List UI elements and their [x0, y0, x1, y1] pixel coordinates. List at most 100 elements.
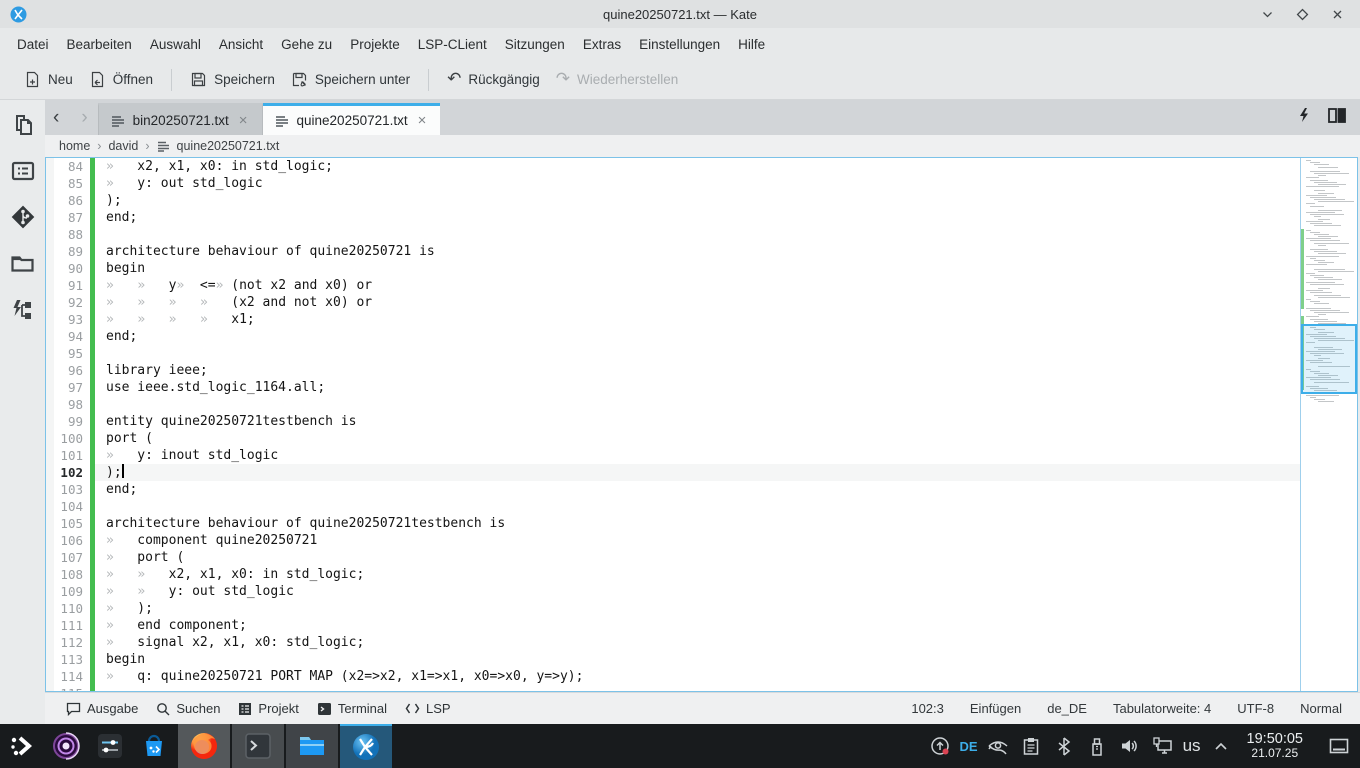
discover-button[interactable]: [132, 724, 176, 768]
bookmark-margin[interactable]: [46, 328, 54, 345]
history-forward-button[interactable]: ›: [77, 108, 91, 127]
maximize-button[interactable]: [1296, 8, 1309, 21]
code-line-103[interactable]: 103end;: [46, 481, 1300, 498]
network-tray-icon[interactable]: [1150, 737, 1176, 755]
code-area[interactable]: 84» x2, x1, x0: in std_logic;85» y: out …: [46, 158, 1300, 691]
edit-mode[interactable]: Normal: [1300, 701, 1342, 716]
bookmark-margin[interactable]: [46, 379, 54, 396]
taskbar-firefox-button[interactable]: [178, 724, 230, 768]
code-line-97[interactable]: 97use ieee.std_logic_1164.all;: [46, 379, 1300, 396]
bookmark-margin[interactable]: [46, 600, 54, 617]
code-line-104[interactable]: 104: [46, 498, 1300, 515]
eye-tray-icon[interactable]: [985, 737, 1011, 755]
code-line-85[interactable]: 85» y: out std_logic: [46, 175, 1300, 192]
bookmark-margin[interactable]: [46, 175, 54, 192]
bookmark-margin[interactable]: [46, 294, 54, 311]
taskbar-kate-button[interactable]: [340, 724, 392, 768]
bookmark-margin[interactable]: [46, 192, 54, 209]
keyboard-layout-us[interactable]: us: [1183, 736, 1201, 756]
bookmark-margin[interactable]: [46, 617, 54, 634]
bookmark-margin[interactable]: [46, 158, 54, 175]
bookmark-margin[interactable]: [46, 481, 54, 498]
encoding[interactable]: UTF-8: [1237, 701, 1274, 716]
code-line-114[interactable]: 114» q: quine20250721 PORT MAP (x2=>x2, …: [46, 668, 1300, 685]
history-back-button[interactable]: ‹: [49, 108, 63, 127]
menu-item-hilfe[interactable]: Hilfe: [729, 33, 774, 56]
code-line-115[interactable]: 115: [46, 685, 1300, 691]
code-line-105[interactable]: 105architecture behaviour of quine202507…: [46, 515, 1300, 532]
menu-item-bearbeiten[interactable]: Bearbeiten: [58, 33, 141, 56]
bookmark-margin[interactable]: [46, 209, 54, 226]
code-line-88[interactable]: 88: [46, 226, 1300, 243]
code-line-91[interactable]: 91» » y» <=» (not x2 and x0) or: [46, 277, 1300, 294]
code-line-96[interactable]: 96library ieee;: [46, 362, 1300, 379]
updates-tray-icon[interactable]: [927, 736, 953, 756]
breadcrumb-david[interactable]: david: [108, 139, 138, 153]
bookmark-margin[interactable]: [46, 362, 54, 379]
code-line-93[interactable]: 93» » » » x1;: [46, 311, 1300, 328]
bookmark-margin[interactable]: [46, 651, 54, 668]
tab-quine20250721[interactable]: quine20250721.txt ×: [263, 103, 441, 135]
menu-item-extras[interactable]: Extras: [574, 33, 630, 56]
taskbar-dolphin-button[interactable]: [286, 724, 338, 768]
split-view-button[interactable]: [1328, 108, 1346, 128]
code-line-84[interactable]: 84» x2, x1, x0: in std_logic;: [46, 158, 1300, 175]
bookmark-margin[interactable]: [46, 668, 54, 685]
cursor-position[interactable]: 102:3: [911, 701, 944, 716]
open-button[interactable]: Öffnen: [81, 66, 161, 93]
bookmark-margin[interactable]: [46, 498, 54, 515]
close-button[interactable]: [1331, 8, 1344, 21]
quick-open-button[interactable]: [1298, 107, 1310, 128]
tab-close-icon[interactable]: ×: [416, 112, 429, 129]
menu-item-datei[interactable]: Datei: [8, 33, 58, 56]
bookmark-margin[interactable]: [46, 243, 54, 260]
menu-item-lsp-client[interactable]: LSP-CLient: [409, 33, 496, 56]
clipboard-tray-icon[interactable]: [1018, 737, 1044, 756]
bookmark-margin[interactable]: [46, 549, 54, 566]
code-line-89[interactable]: 89architecture behaviour of quine2025072…: [46, 243, 1300, 260]
usb-device-tray-icon[interactable]: [1084, 737, 1110, 756]
app-launcher-button[interactable]: [0, 724, 44, 768]
lsp-symbols-sidebar-button[interactable]: [8, 294, 38, 324]
code-line-109[interactable]: 109» » y: out std_logic: [46, 583, 1300, 600]
bookmark-margin[interactable]: [46, 532, 54, 549]
bookmark-margin[interactable]: [46, 515, 54, 532]
code-line-99[interactable]: 99entity quine20250721testbench is: [46, 413, 1300, 430]
bookmark-margin[interactable]: [46, 634, 54, 651]
documents-sidebar-button[interactable]: [8, 110, 38, 140]
tray-expand-button[interactable]: [1208, 742, 1234, 751]
bookmark-margin[interactable]: [46, 464, 54, 481]
undo-button[interactable]: ↶ Rückgängig: [439, 66, 548, 93]
bookmark-margin[interactable]: [46, 430, 54, 447]
symbols-sidebar-button[interactable]: [8, 156, 38, 186]
volume-tray-icon[interactable]: [1117, 737, 1143, 755]
code-line-111[interactable]: 111» end component;: [46, 617, 1300, 634]
tab-bin20250721[interactable]: bin20250721.txt ×: [98, 103, 263, 135]
bookmark-margin[interactable]: [46, 583, 54, 600]
insert-mode[interactable]: Einfügen: [970, 701, 1021, 716]
code-line-86[interactable]: 86);: [46, 192, 1300, 209]
code-line-100[interactable]: 100port (: [46, 430, 1300, 447]
menu-item-projekte[interactable]: Projekte: [341, 33, 409, 56]
code-line-101[interactable]: 101» y: inout std_logic: [46, 447, 1300, 464]
code-line-108[interactable]: 108» » x2, x1, x0: in std_logic;: [46, 566, 1300, 583]
bluetooth-tray-icon[interactable]: [1051, 737, 1077, 756]
bookmark-margin[interactable]: [46, 260, 54, 277]
save-button[interactable]: Speichern: [182, 66, 283, 93]
keyboard-layout-de[interactable]: DE: [960, 739, 978, 754]
breadcrumb-home[interactable]: home: [59, 139, 90, 153]
bookmark-margin[interactable]: [46, 685, 54, 691]
bookmark-margin[interactable]: [46, 345, 54, 362]
code-line-106[interactable]: 106» component quine20250721: [46, 532, 1300, 549]
taskbar-konsole-button[interactable]: [232, 724, 284, 768]
filesystem-sidebar-button[interactable]: [8, 248, 38, 278]
breadcrumb-file[interactable]: quine20250721.txt: [177, 139, 280, 153]
code-line-107[interactable]: 107» port (: [46, 549, 1300, 566]
git-sidebar-button[interactable]: [8, 202, 38, 232]
code-line-95[interactable]: 95: [46, 345, 1300, 362]
lsp-toggle-button[interactable]: LSP: [396, 697, 460, 720]
bookmark-margin[interactable]: [46, 413, 54, 430]
bookmark-margin[interactable]: [46, 566, 54, 583]
bookmark-margin[interactable]: [46, 311, 54, 328]
bookmark-margin[interactable]: [46, 277, 54, 294]
